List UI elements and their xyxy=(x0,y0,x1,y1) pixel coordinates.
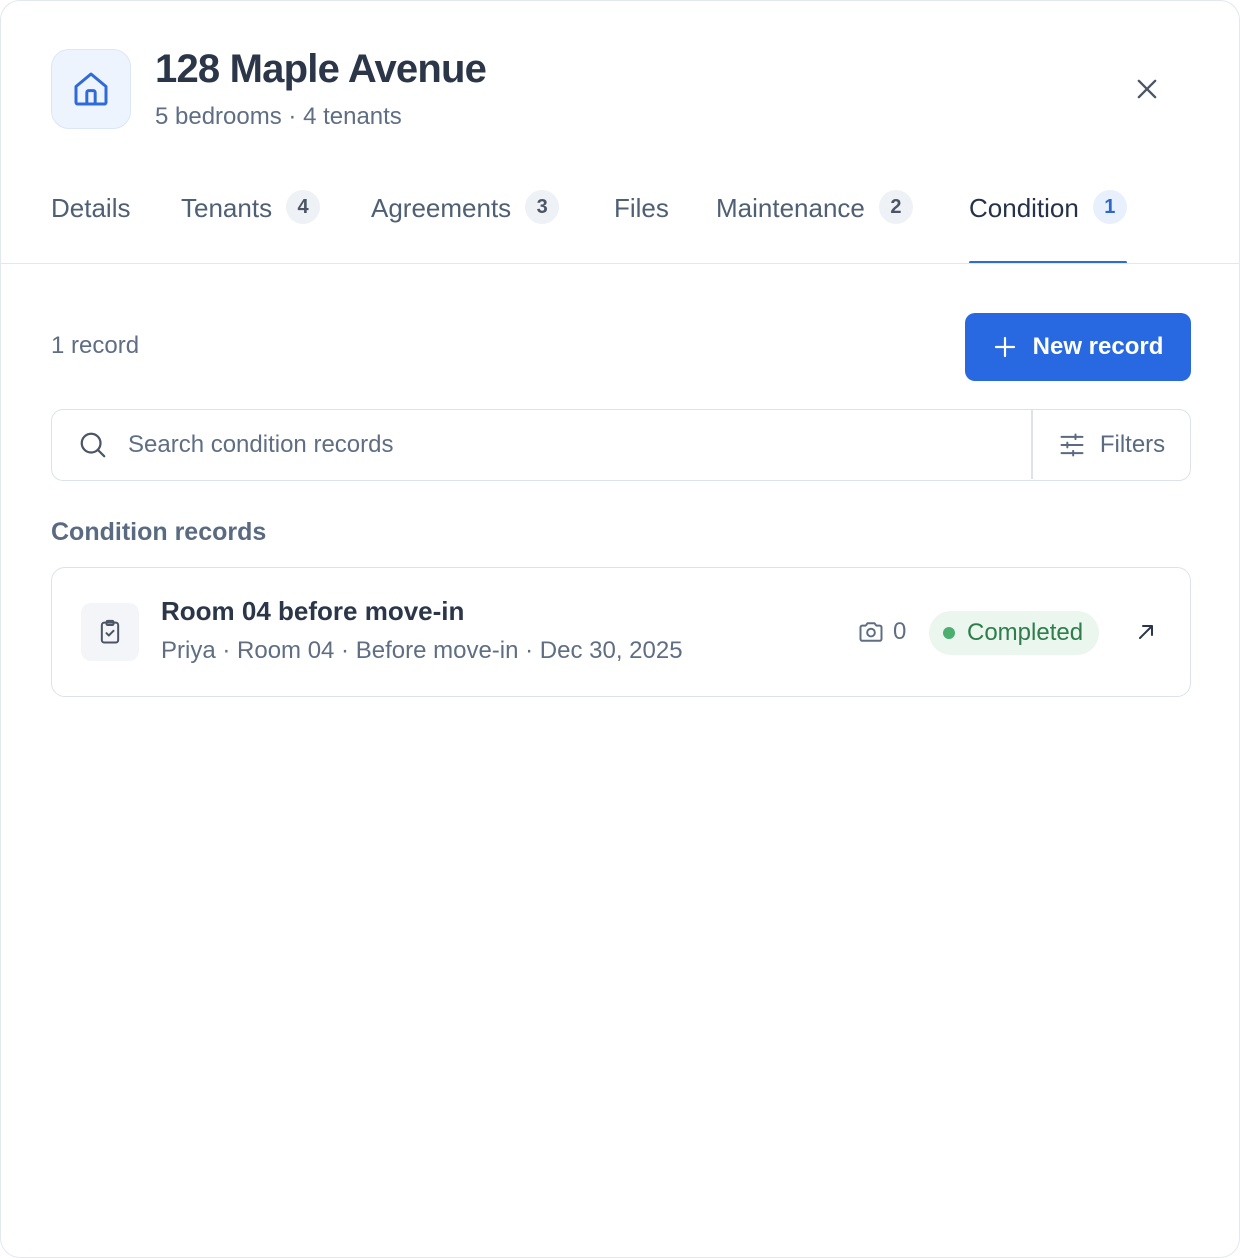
new-record-button[interactable]: New record xyxy=(965,313,1191,381)
record-card[interactable]: Room 04 before move-in Priya · Room 04 ·… xyxy=(51,567,1191,697)
arrow-up-right-icon[interactable] xyxy=(1134,620,1158,644)
status-label: Completed xyxy=(967,619,1084,646)
filters-button[interactable]: Filters xyxy=(1033,410,1190,479)
tab-details[interactable]: Details xyxy=(51,186,130,264)
new-record-label: New record xyxy=(1032,333,1164,360)
clipboard-check-icon xyxy=(81,603,139,661)
search-bar: Filters xyxy=(51,409,1191,481)
house-icon xyxy=(51,49,131,129)
tab-count-badge: 4 xyxy=(286,190,321,224)
camera-icon xyxy=(859,622,883,642)
status-badge: Completed xyxy=(929,611,1100,655)
tab-label: Condition xyxy=(969,193,1079,223)
tab-count-badge: 1 xyxy=(1092,190,1127,224)
sliders-icon xyxy=(1060,433,1084,456)
section-title: Condition records xyxy=(51,518,267,546)
photo-count-value: 0 xyxy=(893,618,907,645)
tab-maintenance[interactable]: Maintenance 2 xyxy=(716,186,913,264)
page-subtitle: 5 bedrooms · 4 tenants xyxy=(155,103,402,130)
close-button[interactable] xyxy=(1127,69,1167,109)
search-icon xyxy=(80,432,106,458)
record-count: 1 record xyxy=(51,332,140,359)
tab-bar: Details Tenants 4 Agreements 3 Files Mai… xyxy=(51,186,1239,264)
tab-label: Maintenance xyxy=(716,193,865,223)
panel-header: 128 Maple Avenue 5 bedrooms · 4 tenants xyxy=(51,47,1189,139)
record-meta: Priya · Room 04 · Before move-in · Dec 3… xyxy=(161,637,683,664)
tab-condition[interactable]: Condition 1 xyxy=(969,186,1127,264)
tabs-divider xyxy=(1,263,1239,264)
tab-tenants[interactable]: Tenants 4 xyxy=(181,186,321,264)
filters-label: Filters xyxy=(1099,430,1166,458)
page-title: 128 Maple Avenue xyxy=(155,47,487,91)
tab-label: Files xyxy=(614,193,669,223)
close-icon xyxy=(1137,79,1157,99)
tab-files[interactable]: Files xyxy=(614,186,669,264)
record-title: Room 04 before move-in xyxy=(161,596,465,626)
plus-icon xyxy=(994,336,1015,358)
tab-label: Details xyxy=(51,193,131,223)
tab-count-badge: 2 xyxy=(878,190,913,224)
search-input[interactable] xyxy=(128,410,1028,479)
tab-label: Tenants xyxy=(181,193,273,223)
tab-label: Agreements xyxy=(371,193,512,223)
status-dot xyxy=(943,627,955,639)
property-panel: 128 Maple Avenue 5 bedrooms · 4 tenants … xyxy=(0,0,1240,1258)
tab-agreements[interactable]: Agreements 3 xyxy=(371,186,560,264)
photo-count: 0 xyxy=(857,618,906,646)
tab-count-badge: 3 xyxy=(525,190,560,224)
